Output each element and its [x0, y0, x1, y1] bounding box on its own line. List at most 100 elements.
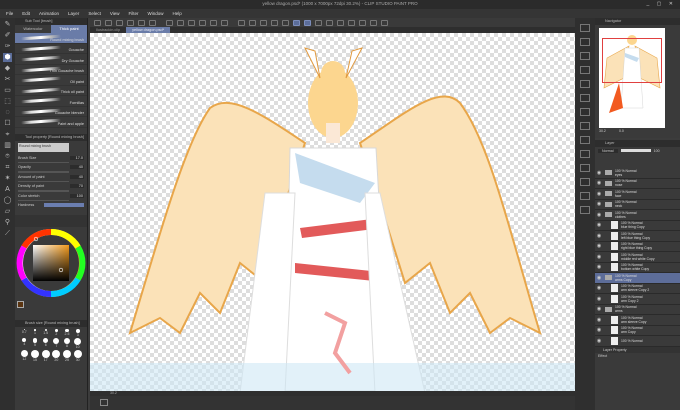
tool-icon[interactable]: ⬚	[3, 97, 12, 106]
toolbar-button[interactable]	[326, 19, 333, 26]
panel-icon[interactable]	[580, 136, 590, 144]
toolbar-button[interactable]	[282, 19, 289, 26]
panel-icon[interactable]	[580, 108, 590, 116]
menu-help[interactable]: Help	[173, 11, 182, 16]
tool-icon[interactable]: ◌	[3, 108, 12, 117]
panel-icon[interactable]	[580, 150, 590, 158]
panel-icon[interactable]	[580, 94, 590, 102]
panel-icon[interactable]	[580, 206, 590, 214]
panel-icon[interactable]	[580, 80, 590, 88]
eye-icon[interactable]: ◉	[595, 201, 603, 207]
tool-icon[interactable]: ▭	[3, 86, 12, 95]
layer-row[interactable]: ◉ 100 % Normal eyes	[595, 168, 680, 179]
tool-icon[interactable]: ▥	[3, 141, 12, 150]
tool-icon[interactable]: ◯	[3, 196, 12, 205]
toolbar-button[interactable]	[370, 19, 377, 26]
eye-icon[interactable]: ◉	[595, 254, 603, 260]
brush-size-option[interactable]: 25	[62, 349, 73, 362]
brush-item[interactable]: Dry Gouache	[15, 54, 87, 65]
panel-icon[interactable]	[580, 164, 590, 172]
status-zoom[interactable]: 30.2	[110, 391, 117, 395]
toolbar-button[interactable]	[271, 19, 278, 26]
toolbar-button[interactable]	[127, 19, 134, 26]
brush-size-option[interactable]: 5	[30, 337, 41, 349]
layer-row[interactable]: ◉ 100 % Normal arm Copy	[595, 326, 680, 336]
menu-view[interactable]: View	[110, 11, 120, 16]
brush-size-option[interactable]: 20	[51, 349, 62, 362]
window-controls[interactable]: _ ▢ ✕	[647, 1, 676, 7]
tool-icon[interactable]: ⚲	[3, 218, 12, 227]
brush-preset-preview[interactable]: Round mixing brush	[18, 142, 69, 152]
brush-size-option[interactable]: 7	[51, 337, 62, 349]
brush-size-option[interactable]: 1.5	[40, 329, 51, 337]
toolbar-button[interactable]	[293, 19, 300, 26]
panel-icon[interactable]	[580, 122, 590, 130]
panel-icon[interactable]	[580, 24, 590, 32]
tool-icon[interactable]: ⟋	[3, 229, 12, 238]
eye-icon[interactable]: ◉	[595, 306, 603, 312]
brush-size-option[interactable]: 30	[72, 349, 83, 362]
brush-size-option[interactable]: 15	[30, 349, 41, 362]
eye-icon[interactable]: ◉	[595, 212, 603, 218]
panel-icon[interactable]	[580, 52, 590, 60]
timeline-icon[interactable]	[100, 399, 108, 406]
brush-size-option[interactable]: 8	[62, 337, 73, 349]
toolbar-button[interactable]	[260, 19, 267, 26]
tool-icon[interactable]: ✎	[3, 20, 12, 29]
tool-icon[interactable]: ◆	[3, 64, 12, 73]
opacity-slider[interactable]	[620, 149, 651, 152]
color-wheel[interactable]	[15, 227, 88, 299]
layer-row[interactable]: ◉ 100 % Normal arm sleeve Copy 2	[595, 284, 680, 294]
layer-row[interactable]: ◉ 100 % Normal clothes	[595, 210, 680, 221]
eye-icon[interactable]: ◉	[595, 285, 603, 291]
menu-layer[interactable]: Layer	[68, 11, 79, 16]
eye-icon[interactable]: ◉	[595, 191, 603, 197]
brush-size-option[interactable]: 2	[51, 329, 62, 337]
eye-icon[interactable]: ◉	[595, 180, 603, 186]
panel-icon[interactable]	[580, 66, 590, 74]
toolbar-button[interactable]	[188, 19, 195, 26]
eye-icon[interactable]: ◉	[595, 275, 603, 281]
property-value[interactable]: 70	[70, 184, 84, 188]
property-value[interactable]: 40	[70, 174, 84, 179]
layer-row[interactable]: ◉ 100 % Normal arm sleeve Copy	[595, 315, 680, 326]
tab-thick-paint[interactable]: Thick paint	[51, 25, 87, 33]
brush-item[interactable]: Gouache	[15, 44, 87, 54]
tab-watercolor[interactable]: Watercolor	[15, 25, 51, 33]
brush-item[interactable]: Thick oil paint	[15, 86, 87, 96]
toolbar-button[interactable]	[381, 19, 388, 26]
property-row[interactable]: Opacity 40	[15, 163, 87, 171]
toolbar-button[interactable]	[116, 19, 123, 26]
navigator-preview[interactable]	[599, 28, 665, 128]
eye-icon[interactable]: ◉	[595, 338, 603, 344]
property-value[interactable]: 17.0	[70, 155, 84, 160]
hardness-selector[interactable]	[44, 203, 84, 207]
property-row[interactable]: Color stretch 100	[15, 192, 87, 200]
toolbar-button[interactable]	[238, 19, 245, 26]
layer-row[interactable]: ◉ 100 % Normal blue thing Copy	[595, 221, 680, 231]
menu-animation[interactable]: Animation	[39, 11, 59, 16]
brush-item[interactable]: Gouache blender	[15, 107, 87, 117]
brush-size-option[interactable]: 17	[40, 349, 51, 362]
layer-row[interactable]: ◉ 100 % Normal arms	[595, 305, 680, 315]
blend-mode-select[interactable]: Normal	[598, 148, 618, 153]
tool-icon[interactable]: ✶	[3, 174, 12, 183]
menu-edit[interactable]: Edit	[22, 11, 30, 16]
toolbar-button[interactable]	[138, 19, 145, 26]
canvas[interactable]	[90, 33, 575, 391]
toolbar-button[interactable]	[177, 19, 184, 26]
brush-size-option[interactable]: 12	[19, 349, 30, 362]
navigator-zoom[interactable]: 30.2	[599, 129, 606, 133]
tool-icon[interactable]: ✑	[3, 42, 12, 51]
tool-icon[interactable]: ⌖	[3, 130, 12, 139]
menu-window[interactable]: Window	[148, 11, 164, 16]
toolbar-button[interactable]	[304, 19, 311, 26]
eye-icon[interactable]: ◉	[595, 222, 603, 228]
tool-icon[interactable]: ▱	[3, 207, 12, 216]
layer-row[interactable]: ◉ 100 % Normal	[595, 336, 680, 347]
layer-row[interactable]: ◉ 100 % Normal neck	[595, 200, 680, 210]
navigator-view-rect[interactable]	[602, 38, 662, 83]
tool-icon[interactable]: ⌾	[3, 152, 12, 161]
tool-icon[interactable]: A	[3, 185, 12, 194]
brush-item[interactable]: Round mixing brush	[15, 33, 87, 44]
